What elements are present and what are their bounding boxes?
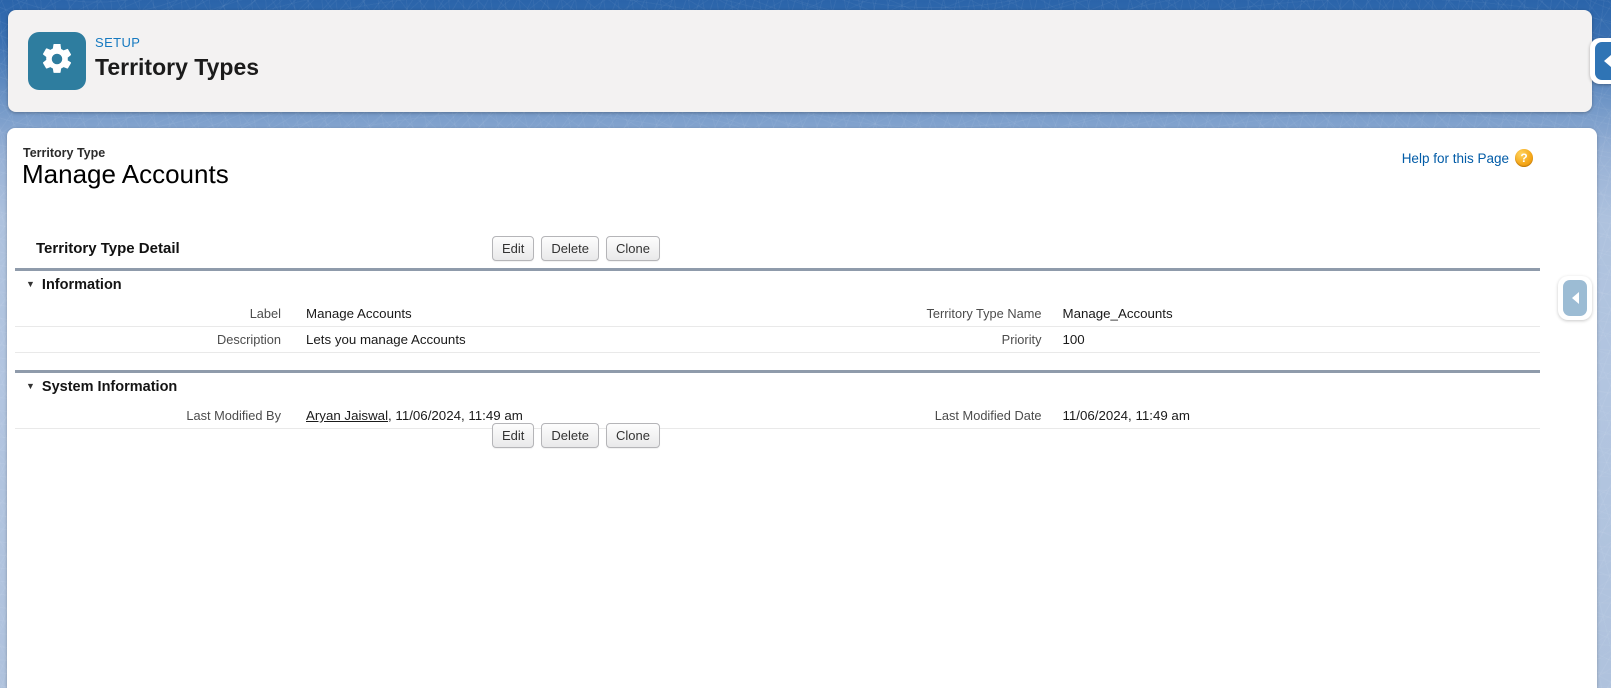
section-header-information: ▼ Information xyxy=(15,271,1540,301)
action-buttons-bottom: Edit Delete Clone xyxy=(492,423,667,448)
section-title-information: Information xyxy=(42,277,122,293)
field-row: Last Modified By Aryan Jaiswal, 11/06/20… xyxy=(15,403,1540,429)
field-row: Label Manage Accounts Territory Type Nam… xyxy=(15,301,1540,327)
edit-button-bottom[interactable]: Edit xyxy=(492,423,534,448)
field-value-description: Lets you manage Accounts xyxy=(306,331,466,348)
setup-tile xyxy=(28,32,86,90)
field-value-territory-type-name: Manage_Accounts xyxy=(1063,305,1173,322)
record-title: Manage Accounts xyxy=(22,159,229,190)
clone-button-bottom[interactable]: Clone xyxy=(606,423,660,448)
delete-button[interactable]: Delete xyxy=(541,236,599,261)
content-card: Territory Type Manage Accounts Help for … xyxy=(7,128,1597,688)
object-label: Territory Type xyxy=(23,146,105,160)
setup-header-card: SETUP Territory Types xyxy=(8,10,1592,112)
setup-title: Territory Types xyxy=(95,54,259,81)
field-label-territory-type-name: Territory Type Name xyxy=(778,305,1042,322)
section-header-system-information: ▼ System Information xyxy=(15,373,1540,403)
field-value-last-modified-date: 11/06/2024, 11:49 am xyxy=(1063,407,1190,424)
field-label-priority: Priority xyxy=(778,331,1042,348)
section-title-system-information: System Information xyxy=(42,379,177,395)
field-value-last-modified-by: Aryan Jaiswal, 11/06/2024, 11:49 am xyxy=(306,407,523,424)
field-label-last-modified-date: Last Modified Date xyxy=(778,407,1042,424)
last-modified-by-datetime: , 11/06/2024, 11:49 am xyxy=(388,408,523,423)
last-modified-by-link[interactable]: Aryan Jaiswal xyxy=(306,408,388,423)
detail-panel-title: Territory Type Detail xyxy=(36,240,180,257)
gear-icon xyxy=(39,41,75,82)
collapse-triangle-icon[interactable]: ▼ xyxy=(26,381,35,391)
help-question-icon[interactable]: ? xyxy=(1515,149,1533,167)
clone-button[interactable]: Clone xyxy=(606,236,660,261)
help-link[interactable]: Help for this Page xyxy=(1402,151,1509,166)
chevron-left-icon xyxy=(1563,280,1587,316)
setup-eyebrow: SETUP xyxy=(95,35,140,50)
field-value-priority: 100 xyxy=(1063,331,1085,348)
help-row: Help for this Page ? xyxy=(1402,149,1533,167)
system-information-section: ▼ System Information Last Modified By Ary… xyxy=(15,370,1540,429)
header-collapse-toggle[interactable] xyxy=(1590,38,1611,84)
edit-button[interactable]: Edit xyxy=(492,236,534,261)
field-label-label: Label xyxy=(15,305,281,322)
action-buttons-top: Edit Delete Clone xyxy=(492,236,667,261)
delete-button-bottom[interactable]: Delete xyxy=(541,423,599,448)
collapse-triangle-icon[interactable]: ▼ xyxy=(26,279,35,289)
chevron-left-icon xyxy=(1595,42,1611,80)
field-value-label: Manage Accounts xyxy=(306,305,412,322)
field-row: Description Lets you manage Accounts Pri… xyxy=(15,327,1540,353)
detail-sections: ▼ Information Label Manage Accounts Terri… xyxy=(15,268,1540,429)
field-label-description: Description xyxy=(15,331,281,348)
sidebar-collapse-toggle[interactable] xyxy=(1558,276,1592,320)
field-label-last-modified-by: Last Modified By xyxy=(15,407,281,424)
